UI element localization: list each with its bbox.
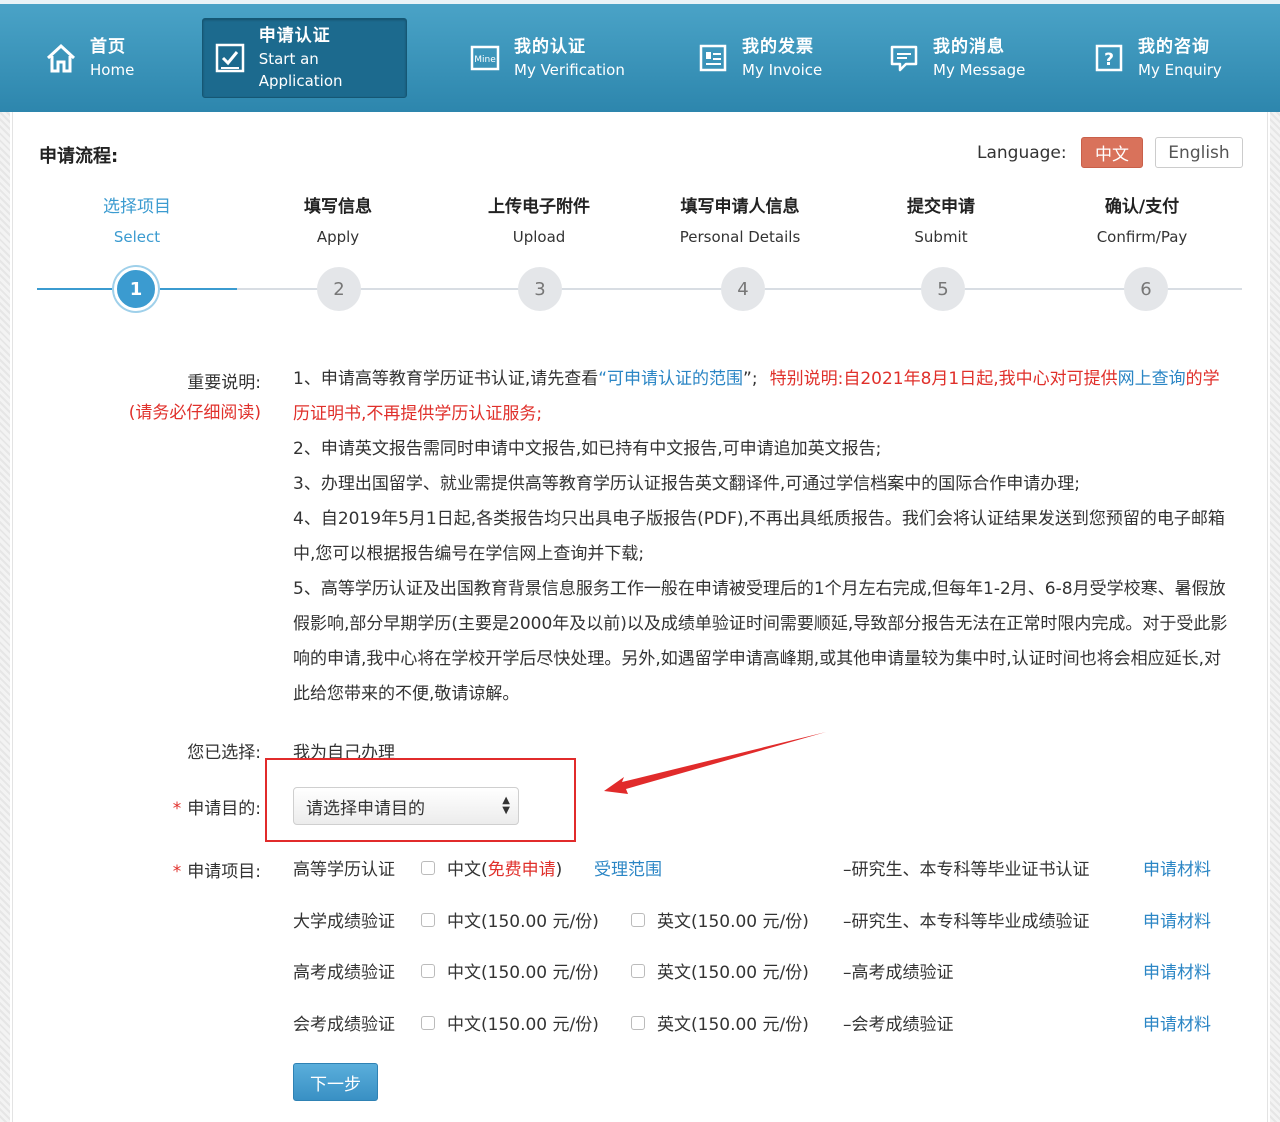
annotation-arrow [604, 732, 826, 794]
